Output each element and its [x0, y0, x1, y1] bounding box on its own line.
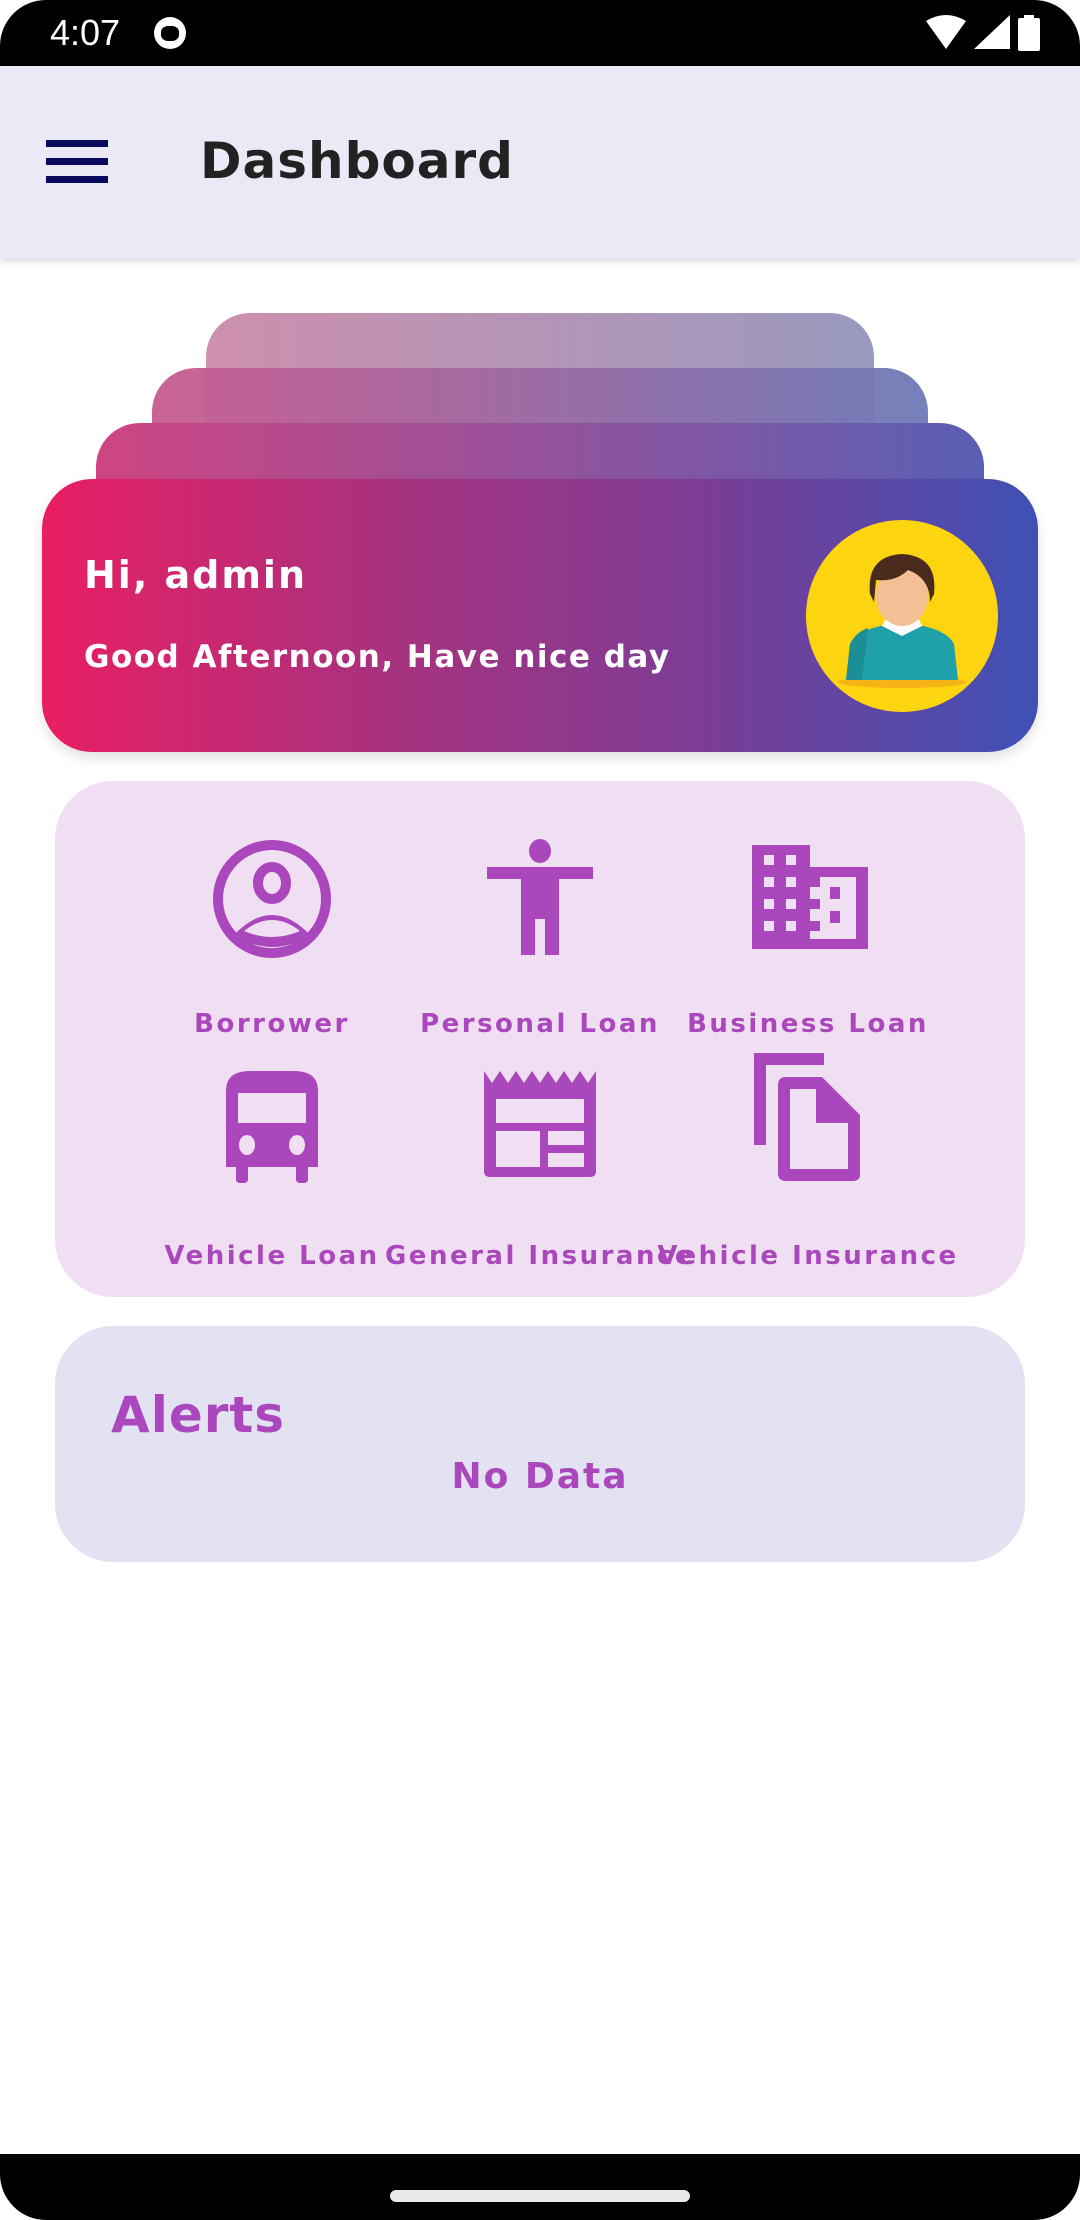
service-label: Vehicle Insurance [657, 1241, 959, 1271]
service-label: Business Loan [687, 1009, 929, 1039]
page-title: Dashboard [200, 132, 514, 190]
alerts-empty-text: No Data [451, 1456, 629, 1497]
home-gesture-handle[interactable] [390, 2190, 690, 2202]
greeting-message: Good Afternoon, Have nice day [84, 639, 671, 675]
accessibility-person-icon [487, 839, 593, 955]
status-bar: 4:07 [0, 0, 1080, 66]
copy-document-icon [754, 1053, 860, 1181]
welcome-card: Hi, admin Good Afternoon, Have nice day [42, 479, 1038, 752]
user-avatar-icon [838, 554, 966, 688]
status-time: 4:07 [50, 12, 121, 53]
status-icons [926, 15, 1040, 51]
greeting-text: Hi, admin [84, 553, 308, 597]
alerts-title: Alerts [111, 1386, 286, 1444]
account-circle-icon [213, 840, 331, 958]
signal-icon [974, 15, 1010, 49]
system-nav-bar [0, 2154, 1080, 2220]
receipt-newspaper-icon [484, 1071, 596, 1177]
service-vehicle-insurance[interactable]: Vehicle Insurance [648, 1053, 968, 1271]
alerts-panel: Alerts No Data [55, 1326, 1025, 1562]
app-bar: Dashboard [0, 66, 1080, 258]
avatar[interactable] [806, 520, 998, 712]
battery-icon [1018, 15, 1040, 51]
wifi-icon [926, 15, 966, 49]
building-icon [752, 845, 868, 949]
cat-notification-icon [154, 17, 186, 49]
service-business-loan[interactable]: Business Loan [648, 839, 968, 1039]
services-panel: Borrower Personal Loan Business Loan Veh… [55, 781, 1025, 1297]
bus-icon [226, 1071, 318, 1183]
hamburger-menu-icon[interactable] [46, 140, 108, 184]
